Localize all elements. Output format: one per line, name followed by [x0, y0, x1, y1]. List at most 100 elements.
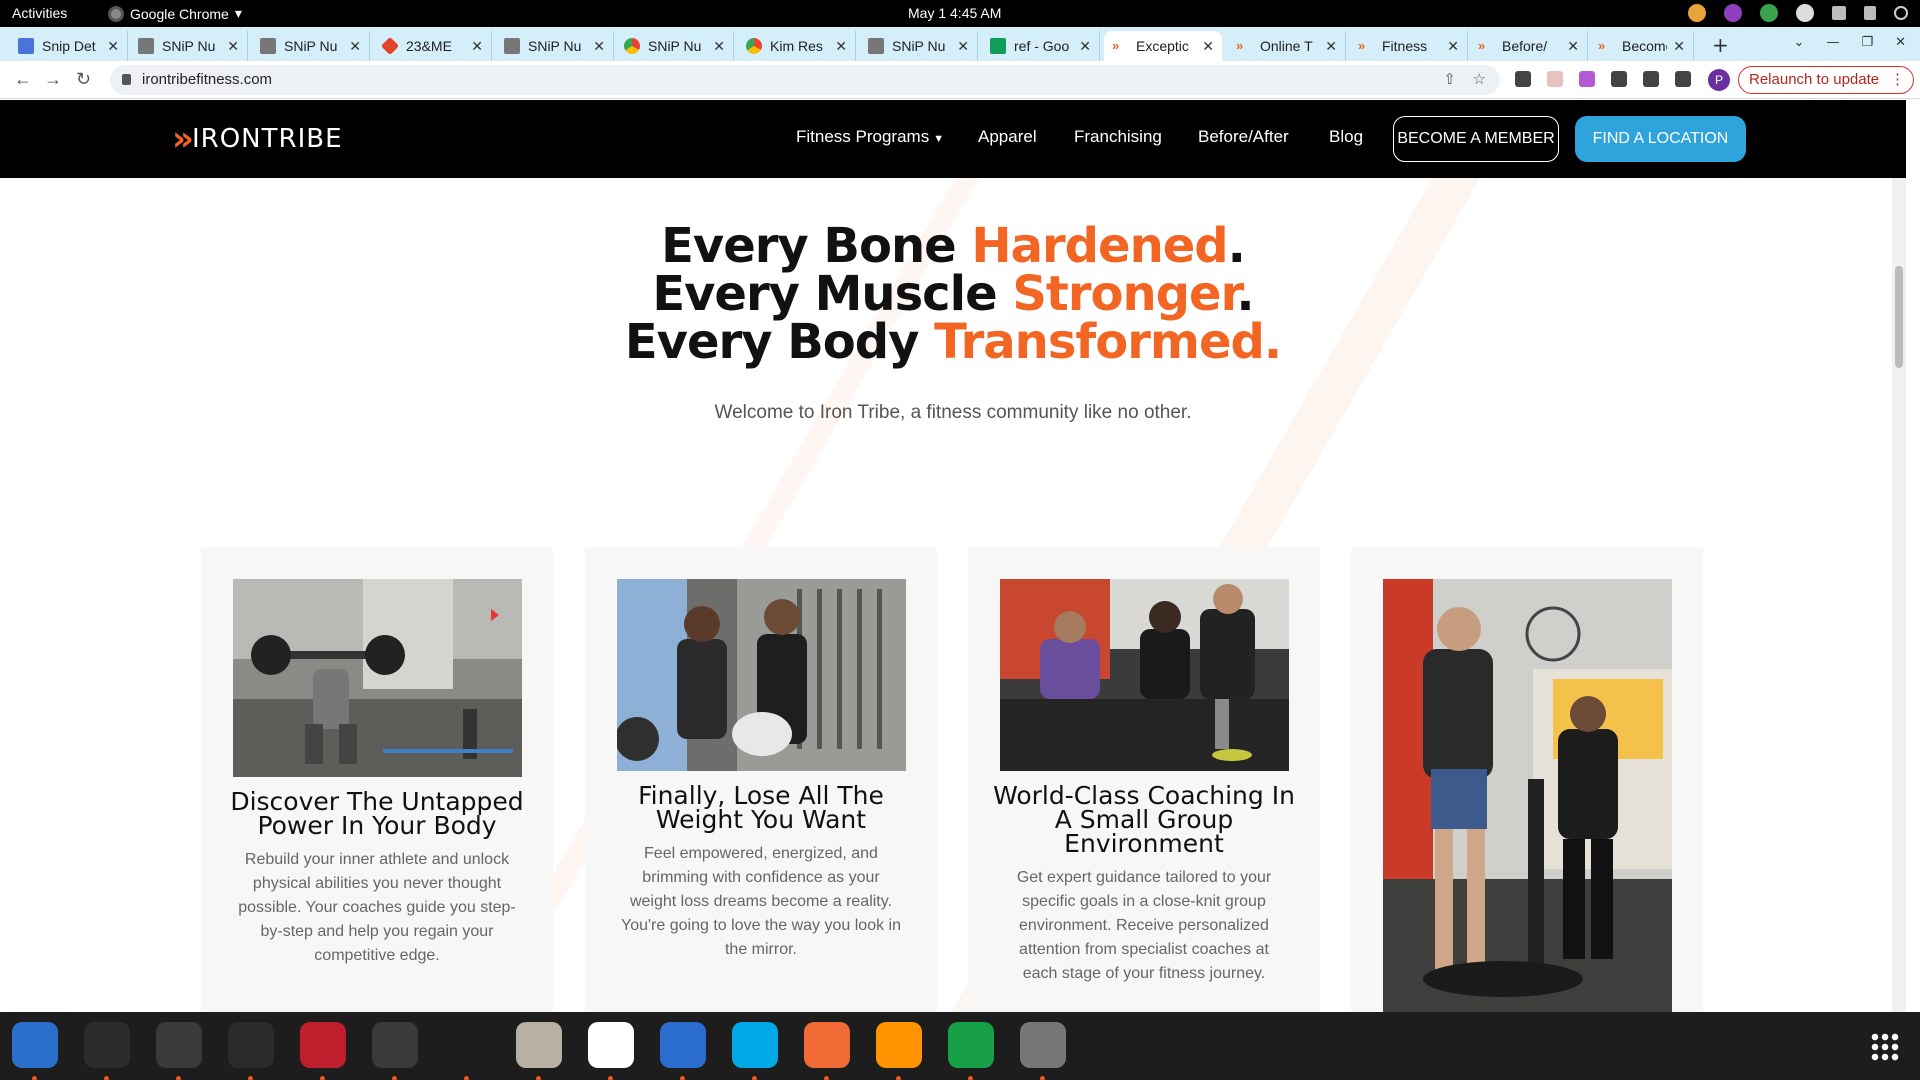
new-tab-button[interactable]: +: [1712, 33, 1729, 57]
close-tab-icon[interactable]: ✕: [593, 38, 605, 55]
calculator-icon[interactable]: [156, 1022, 202, 1080]
browser-tab[interactable]: ref - Goo ✕: [982, 31, 1100, 61]
thunderbird-icon[interactable]: [12, 1022, 58, 1080]
skype-icon[interactable]: [732, 1022, 778, 1080]
download-icon[interactable]: [1643, 71, 1659, 87]
address-bar[interactable]: irontribefitness.com ⇧ ☆: [110, 65, 1500, 95]
browser-tab[interactable]: » Fitness ✕: [1350, 31, 1468, 61]
close-tab-icon[interactable]: ✕: [835, 38, 847, 55]
close-tab-icon[interactable]: ✕: [1202, 38, 1214, 55]
close-window-button[interactable]: ✕: [1895, 35, 1906, 50]
maximize-button[interactable]: ❐: [1861, 35, 1873, 50]
puzzle-extensions-icon[interactable]: [1611, 71, 1627, 87]
running-indicator: [680, 1076, 685, 1080]
clock[interactable]: May 1 4:45 AM: [908, 5, 1001, 21]
firefox-icon[interactable]: [876, 1022, 922, 1080]
become-member-button[interactable]: BECOME A MEMBER: [1393, 116, 1559, 162]
chrome-icon[interactable]: [372, 1022, 418, 1080]
browser-tab[interactable]: » Exceptic ✕: [1104, 31, 1222, 61]
terminal-icon[interactable]: [84, 1022, 130, 1080]
browser-tab[interactable]: » Online T ✕: [1228, 31, 1346, 61]
tab-title: SNiP Nu: [284, 38, 338, 54]
running-indicator: [824, 1076, 829, 1080]
nav-franchising[interactable]: Franchising: [1074, 127, 1162, 147]
browser-tab[interactable]: » Before/ ✕: [1470, 31, 1588, 61]
system-monitor-icon[interactable]: [228, 1022, 274, 1080]
profile-avatar[interactable]: P: [1708, 69, 1730, 91]
nav-apparel[interactable]: Apparel: [978, 127, 1037, 147]
scrollbar-thumb[interactable]: [1895, 266, 1903, 368]
tab-title: Fitness: [1382, 38, 1428, 54]
power-icon[interactable]: [1894, 6, 1908, 20]
network-icon[interactable]: [1832, 6, 1846, 20]
tab-search-icon[interactable]: ⌄: [1794, 35, 1805, 50]
tab-title: SNiP Nu: [528, 38, 582, 54]
nav-fitness-programs[interactable]: Fitness Programs ▼: [796, 127, 944, 147]
browser-tab[interactable]: » Become ✕: [1590, 31, 1694, 61]
back-button[interactable]: ←: [14, 69, 32, 90]
browser-tab[interactable]: Snip Det ✕: [10, 31, 128, 61]
forward-button[interactable]: →: [44, 69, 62, 90]
minimize-button[interactable]: —: [1826, 35, 1839, 50]
close-tab-icon[interactable]: ✕: [1325, 38, 1337, 55]
side-panel-icon[interactable]: [1675, 71, 1691, 87]
close-tab-icon[interactable]: ✕: [107, 38, 119, 55]
calc-sheet-icon[interactable]: [948, 1022, 994, 1080]
volume-icon[interactable]: [1864, 6, 1876, 20]
browser-tab[interactable]: Kim Res ✕: [738, 31, 856, 61]
tab-title: ref - Goo: [1014, 38, 1070, 54]
tab-title: Exceptic: [1136, 38, 1189, 54]
page-scrollbar[interactable]: [1892, 178, 1906, 1012]
card-photo: [617, 579, 906, 771]
browser-tab[interactable]: SNiP Nu ✕: [860, 31, 978, 61]
browser-tab[interactable]: 23&ME ✕: [374, 31, 492, 61]
disk-icon[interactable]: [1020, 1022, 1066, 1080]
feature-card: [1351, 547, 1703, 1012]
relaunch-button[interactable]: Relaunch to update ⋮: [1738, 66, 1914, 94]
close-tab-icon[interactable]: ✕: [227, 38, 239, 55]
nav-before-after[interactable]: Before/After: [1198, 127, 1289, 147]
close-tab-icon[interactable]: ✕: [1673, 38, 1685, 55]
url-text[interactable]: irontribefitness.com: [142, 71, 272, 88]
bookmark-star-icon[interactable]: ☆: [1473, 65, 1486, 95]
extension-icon[interactable]: [1547, 71, 1563, 87]
browser-tab[interactable]: SNiP Nu ✕: [616, 31, 734, 61]
close-tab-icon[interactable]: ✕: [1567, 38, 1579, 55]
more-menu-icon[interactable]: ⋮: [1890, 67, 1905, 93]
reload-button[interactable]: ↻: [76, 69, 91, 90]
system-tray[interactable]: [1688, 4, 1908, 22]
browser-tab[interactable]: SNiP Nu ✕: [496, 31, 614, 61]
find-location-button[interactable]: FIND A LOCATION: [1575, 116, 1746, 162]
tab-favicon-icon: [138, 38, 154, 54]
nav-blog[interactable]: Blog: [1329, 127, 1363, 147]
tab-favicon-icon: [504, 38, 520, 54]
browser-tab[interactable]: SNiP Nu ✕: [252, 31, 370, 61]
app-menu[interactable]: Google Chrome ▾: [108, 5, 242, 22]
chrome-tray-icon[interactable]: [1688, 4, 1706, 22]
lock-icon[interactable]: [122, 74, 131, 85]
close-tab-icon[interactable]: ✕: [957, 38, 969, 55]
filezilla-icon[interactable]: [300, 1022, 346, 1080]
close-tab-icon[interactable]: ✕: [471, 38, 483, 55]
writer-icon[interactable]: [660, 1022, 706, 1080]
browser-tab[interactable]: SNiP Nu ✕: [130, 31, 248, 61]
close-tab-icon[interactable]: ✕: [349, 38, 361, 55]
site-logo[interactable]: » IRONTRIBE: [172, 122, 343, 156]
show-applications-icon[interactable]: [1870, 1032, 1900, 1062]
close-tab-icon[interactable]: ✕: [1079, 38, 1091, 55]
close-tab-icon[interactable]: ✕: [1447, 38, 1459, 55]
vscode-icon[interactable]: [444, 1022, 490, 1080]
tab-favicon-icon: [990, 38, 1006, 54]
extension-icon[interactable]: [1579, 71, 1595, 87]
tab-title: Snip Det: [42, 38, 96, 54]
inkscape-icon[interactable]: [804, 1022, 850, 1080]
tray-app-icon[interactable]: [1760, 4, 1778, 22]
close-tab-icon[interactable]: ✕: [713, 38, 725, 55]
activities-button[interactable]: Activities: [12, 5, 67, 21]
files-icon[interactable]: [516, 1022, 562, 1080]
share-icon[interactable]: ⇧: [1443, 65, 1456, 95]
text-editor-icon[interactable]: [588, 1022, 634, 1080]
tray-app-icon[interactable]: [1724, 4, 1742, 22]
tray-app-icon[interactable]: [1796, 4, 1814, 22]
eyedropper-extension-icon[interactable]: [1515, 71, 1531, 87]
